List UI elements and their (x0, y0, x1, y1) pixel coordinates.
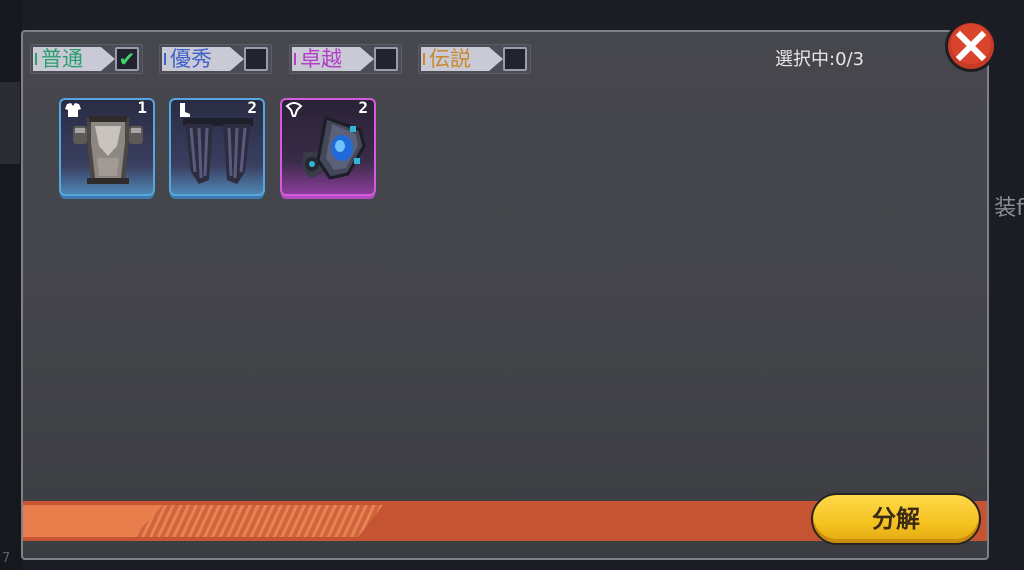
filter-legendary-label: 伝説 (421, 47, 503, 71)
chest-armor-icon (73, 116, 143, 184)
amulet-icon (302, 116, 366, 180)
filter-common-label: 普通 (33, 47, 115, 71)
filter-superior-label: 卓越 (292, 47, 374, 71)
item-slot-leg-armor[interactable]: 2 (169, 98, 265, 196)
filter-superior[interactable]: 卓越 (289, 44, 402, 74)
decompose-panel: 普通 ✔ 優秀 卓越 伝説 選択中:0/3 1 2 2 分解 (21, 30, 989, 560)
background-corner-text: 7 (2, 551, 11, 566)
close-button[interactable] (943, 18, 999, 74)
bar-hatch-stripe (133, 505, 383, 537)
item-slot-chest-armor[interactable]: 1 (59, 98, 155, 196)
decompose-button[interactable]: 分解 (811, 493, 981, 545)
item-slot-amulet[interactable]: 2 (280, 98, 376, 196)
background-left-fragment (0, 82, 20, 164)
leg-armor-icon (183, 118, 253, 184)
filter-excellent-label: 優秀 (162, 47, 244, 71)
check-icon: ✔ (118, 47, 136, 71)
filter-common[interactable]: 普通 ✔ (30, 44, 143, 74)
filter-superior-checkbox[interactable] (374, 47, 398, 71)
close-icon (945, 20, 997, 72)
filter-excellent[interactable]: 優秀 (159, 44, 272, 74)
background-side-text: 装f (994, 196, 1024, 221)
filter-common-checkbox[interactable]: ✔ (115, 47, 139, 71)
filter-legendary[interactable]: 伝説 (418, 44, 531, 74)
selection-count: 選択中:0/3 (775, 49, 865, 70)
filter-legendary-checkbox[interactable] (503, 47, 527, 71)
filter-excellent-checkbox[interactable] (244, 47, 268, 71)
